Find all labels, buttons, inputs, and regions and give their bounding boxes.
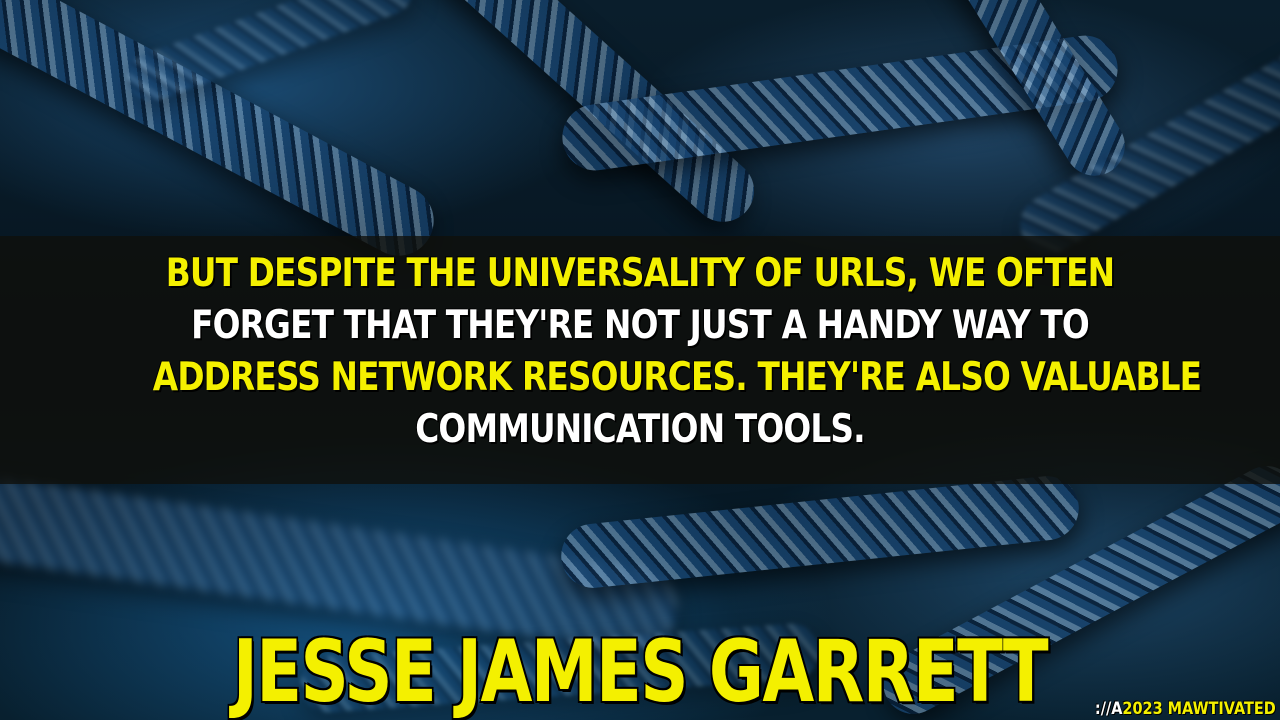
rope-background — [120, 0, 420, 108]
watermark: ://A2023 MAWTIVATED — [1095, 698, 1276, 720]
quote-text: BUT DESPITE THE UNIVERSALITY OF URLS, WE… — [152, 248, 1202, 456]
quote-line-3: ADDRESS NETWORK RESOURCES. THEY'RE ALSO … — [152, 355, 1202, 400]
quote-line-2: FORGET THAT THEY'RE NOT JUST A HANDY WAY… — [191, 303, 1090, 348]
rope-background — [558, 472, 1082, 592]
watermark-prefix: ://A — [1095, 699, 1123, 719]
quote-line-4: COMMUNICATION TOOLS. — [415, 407, 865, 452]
watermark-text: 2023 MAWTIVATED — [1122, 699, 1276, 719]
quote-line-1: BUT DESPITE THE UNIVERSALITY OF URLS, WE… — [165, 251, 1115, 296]
quote-poster: BUT DESPITE THE UNIVERSALITY OF URLS, WE… — [0, 0, 1280, 720]
quote-author: JESSE JAMES GARRETT — [232, 622, 1049, 720]
